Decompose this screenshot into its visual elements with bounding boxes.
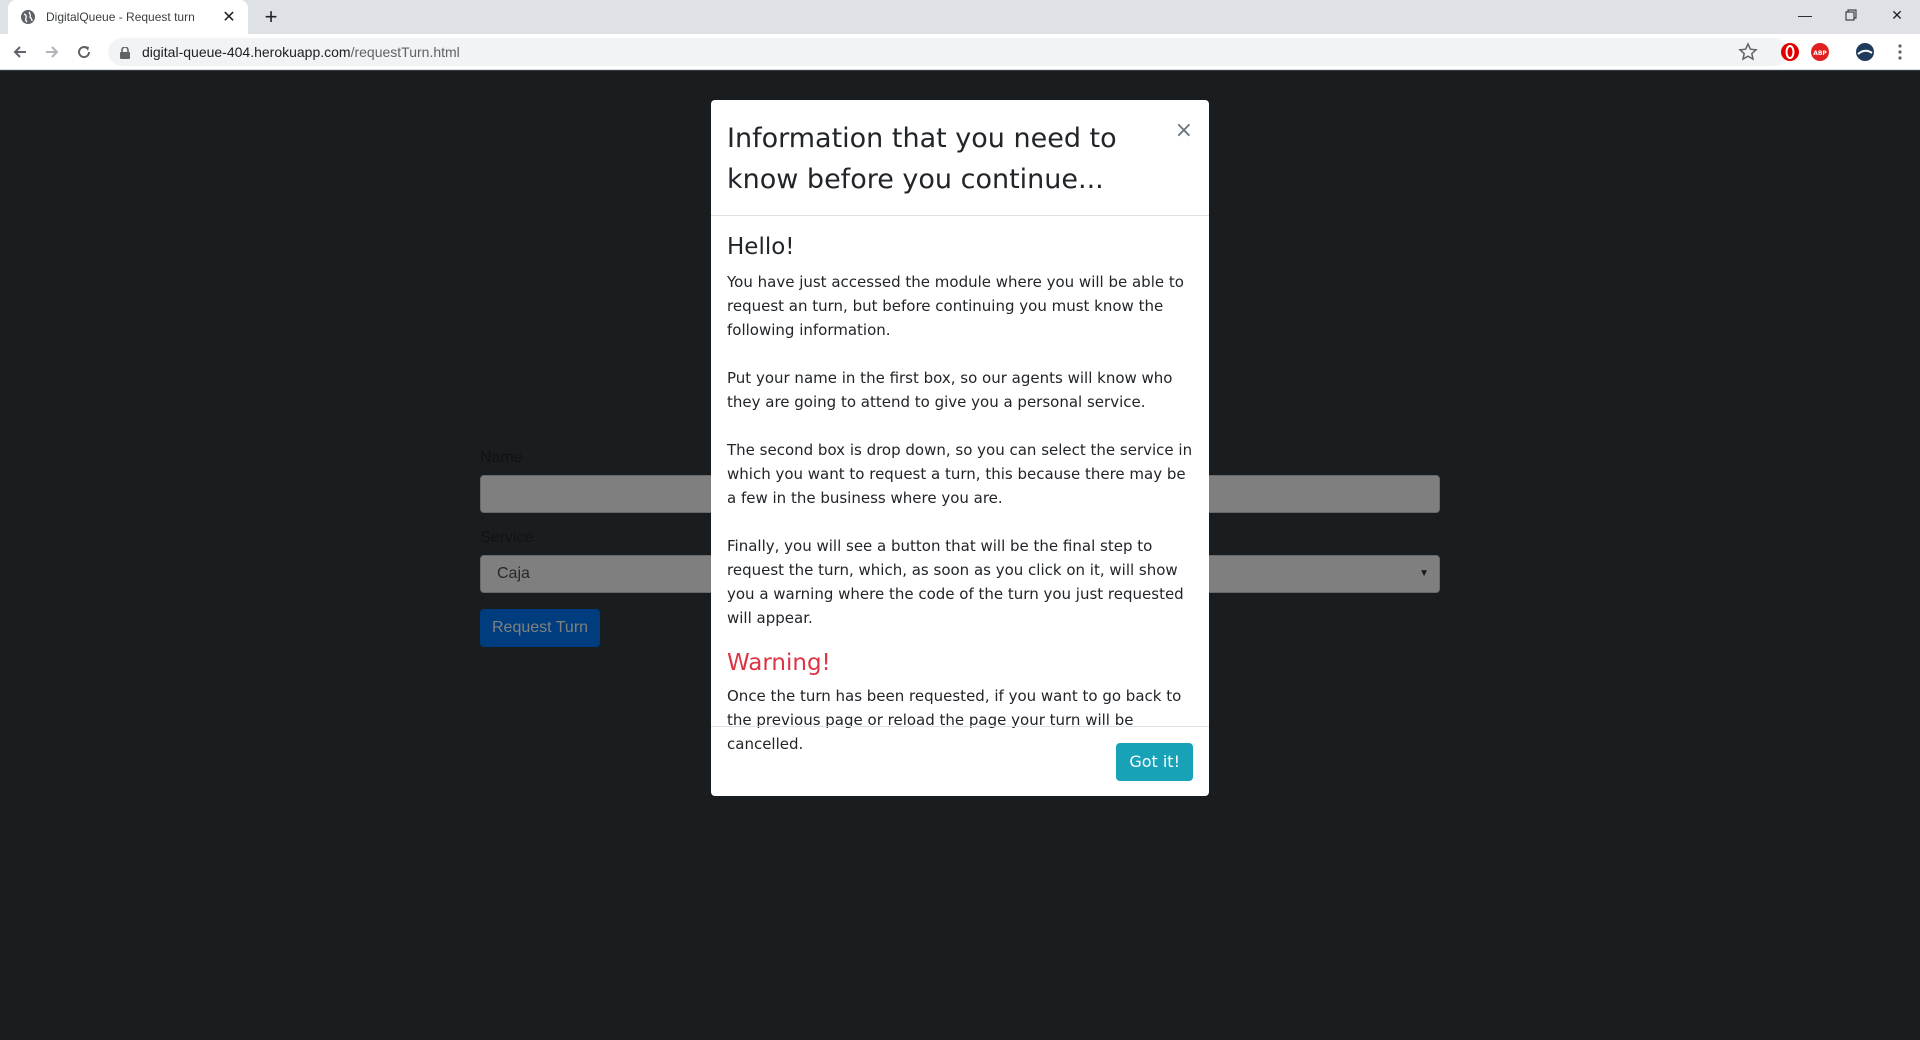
adblock-extension-icon[interactable]: ABP <box>1811 43 1829 61</box>
url-host: digital-queue-404.herokuapp.com <box>142 44 351 60</box>
warning-heading: Warning! <box>727 650 831 676</box>
back-arrow-icon[interactable] <box>6 38 34 66</box>
forward-arrow-icon[interactable] <box>38 38 66 66</box>
bookmark-star-icon[interactable] <box>1738 42 1758 62</box>
close-icon[interactable]: × <box>1175 120 1193 142</box>
minimize-icon[interactable]: — <box>1782 0 1828 30</box>
profile-avatar-icon[interactable] <box>1856 43 1874 61</box>
tab-title: DigitalQueue - Request turn <box>46 10 195 24</box>
hello-heading: Hello! <box>727 234 795 260</box>
info-modal: Information that you need to know before… <box>711 100 1209 796</box>
url-path: /requestTurn.html <box>350 44 460 60</box>
modal-body: Hello! You have just accessed the module… <box>711 216 1209 753</box>
browser-toolbar: digital-queue-404.herokuapp.com /request… <box>0 34 1920 70</box>
got-it-button[interactable]: Got it! <box>1116 743 1193 781</box>
modal-title: Information that you need to know before… <box>727 123 1117 195</box>
menu-kebab-icon[interactable] <box>1886 38 1914 66</box>
address-bar[interactable]: digital-queue-404.herokuapp.com /request… <box>108 38 1788 66</box>
browser-tab-strip: DigitalQueue - Request turn ✕ + — ✕ <box>0 0 1920 34</box>
info-paragraph-1: You have just accessed the module where … <box>727 273 1184 339</box>
tab-close-icon[interactable]: ✕ <box>220 7 238 27</box>
lock-icon <box>120 46 130 59</box>
svg-text:ABP: ABP <box>1813 50 1827 57</box>
info-paragraph-2: Put your name in the first box, so our a… <box>727 369 1173 411</box>
restore-icon[interactable] <box>1828 0 1874 30</box>
info-paragraph-3: The second box is drop down, so you can … <box>727 441 1193 507</box>
reload-icon[interactable] <box>70 38 98 66</box>
new-tab-button[interactable]: + <box>258 4 284 30</box>
window-close-icon[interactable]: ✕ <box>1874 0 1920 30</box>
browser-tab[interactable]: DigitalQueue - Request turn ✕ <box>8 0 248 34</box>
modal-header: Information that you need to know before… <box>711 100 1209 216</box>
opera-extension-icon[interactable] <box>1781 43 1799 61</box>
info-paragraph-4: Finally, you will see a button that will… <box>727 537 1184 627</box>
globe-icon <box>20 9 36 25</box>
modal-footer: Got it! <box>711 726 1209 796</box>
